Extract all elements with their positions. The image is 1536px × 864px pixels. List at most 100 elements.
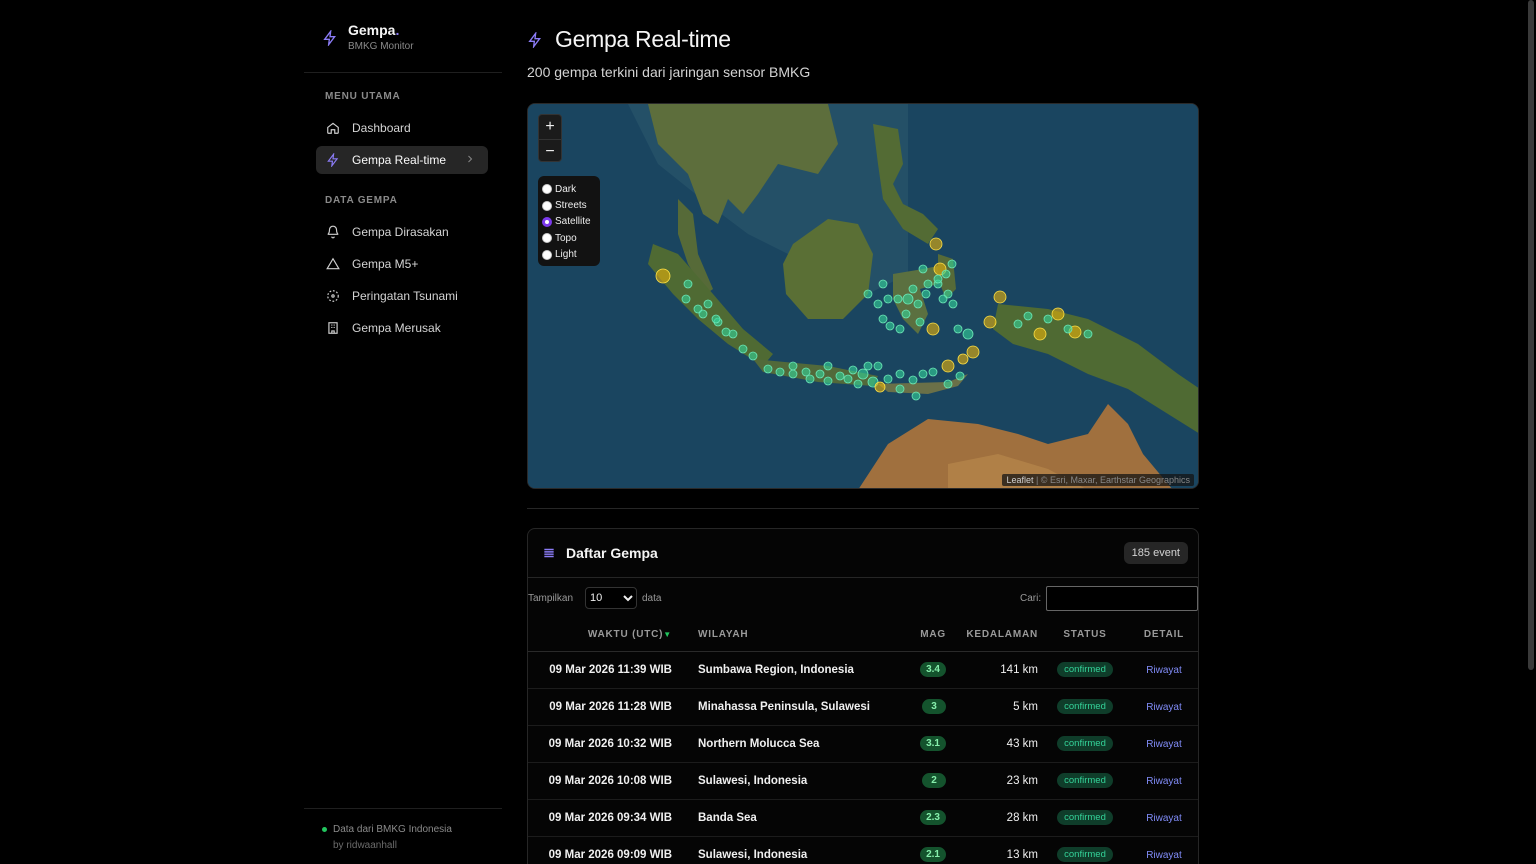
quake-marker[interactable] — [805, 374, 815, 384]
quake-marker[interactable] — [853, 379, 863, 389]
quake-marker[interactable] — [857, 368, 869, 380]
quake-marker[interactable] — [848, 365, 858, 375]
quake-marker[interactable] — [918, 369, 928, 379]
quake-marker[interactable] — [835, 371, 845, 381]
column-header-depth[interactable]: KEDALAMAN — [950, 618, 1042, 652]
sidebar-item-gempa-realtime[interactable]: Gempa Real-time — [316, 146, 488, 174]
radio-button[interactable] — [542, 200, 552, 211]
table-row[interactable]: 09 Mar 2026 09:34 WIB Banda Sea 2.3 28 km co… — [528, 799, 1198, 837]
quake-marker[interactable] — [938, 294, 948, 304]
quake-marker[interactable] — [902, 293, 914, 305]
quake-marker[interactable] — [929, 237, 943, 251]
quake-marker[interactable] — [721, 327, 731, 337]
quake-marker[interactable] — [788, 361, 798, 371]
riwayat-link[interactable]: Riwayat — [1146, 665, 1182, 676]
quake-marker[interactable] — [983, 315, 997, 329]
map-tiles[interactable] — [528, 104, 1199, 489]
riwayat-link[interactable]: Riwayat — [1146, 776, 1182, 787]
table-row[interactable]: 09 Mar 2026 10:32 WIB Northern Molucca Se… — [528, 725, 1198, 763]
quake-marker[interactable] — [895, 384, 905, 394]
quake-marker[interactable] — [655, 268, 671, 284]
quake-marker[interactable] — [843, 374, 853, 384]
quake-marker[interactable] — [883, 374, 893, 384]
quake-marker[interactable] — [947, 259, 957, 269]
layer-option-topo[interactable]: Topo — [542, 230, 596, 246]
quake-marker[interactable] — [926, 322, 940, 336]
sidebar-item-dashboard[interactable]: Dashboard — [316, 114, 488, 142]
quake-marker[interactable] — [913, 299, 923, 309]
quake-marker[interactable] — [918, 264, 928, 274]
riwayat-link[interactable]: Riwayat — [1146, 850, 1182, 861]
layer-option-dark[interactable]: Dark — [542, 181, 596, 197]
leaflet-link[interactable]: Leaflet — [1006, 475, 1033, 485]
quake-marker[interactable] — [683, 279, 693, 289]
column-header-region[interactable]: WILAYAH — [676, 618, 896, 652]
quake-marker[interactable] — [738, 344, 748, 354]
quake-marker[interactable] — [873, 299, 883, 309]
quake-marker[interactable] — [962, 328, 974, 340]
riwayat-link[interactable]: Riwayat — [1146, 813, 1182, 824]
quake-marker[interactable] — [863, 361, 873, 371]
quake-marker[interactable] — [703, 299, 713, 309]
quake-marker[interactable] — [1043, 314, 1053, 324]
quake-marker[interactable] — [948, 299, 958, 309]
quake-marker[interactable] — [883, 294, 893, 304]
riwayat-link[interactable]: Riwayat — [1146, 739, 1182, 750]
riwayat-link[interactable]: Riwayat — [1146, 702, 1182, 713]
layer-option-streets[interactable]: Streets — [542, 197, 596, 213]
quake-marker[interactable] — [823, 376, 833, 386]
quake-marker[interactable] — [1083, 329, 1093, 339]
quake-marker[interactable] — [941, 269, 951, 279]
zoom-in-button[interactable]: + — [539, 115, 561, 139]
search-input[interactable] — [1046, 586, 1198, 611]
quake-marker[interactable] — [698, 309, 708, 319]
quake-marker[interactable] — [681, 294, 691, 304]
quake-marker[interactable] — [873, 361, 883, 371]
quake-marker[interactable] — [993, 290, 1007, 304]
quake-marker[interactable] — [878, 314, 888, 324]
quake-marker[interactable] — [815, 369, 825, 379]
quake-marker[interactable] — [1033, 327, 1047, 341]
quake-marker[interactable] — [908, 284, 918, 294]
quake-marker[interactable] — [911, 391, 921, 401]
zoom-out-button[interactable]: − — [539, 139, 561, 163]
table-row[interactable]: 09 Mar 2026 09:09 WIB Sulawesi, Indonesia… — [528, 836, 1198, 864]
quake-marker[interactable] — [863, 289, 873, 299]
quake-marker[interactable] — [933, 274, 943, 284]
quake-marker[interactable] — [874, 381, 886, 393]
column-header-time[interactable]: WAKTU (UTC)▼ — [528, 618, 676, 652]
sidebar-item-peringatan-tsunami[interactable]: Peringatan Tsunami — [316, 282, 488, 310]
radio-button[interactable] — [542, 216, 552, 227]
brand[interactable]: Gempa. BMKG Monitor — [322, 22, 414, 52]
quake-marker[interactable] — [953, 324, 963, 334]
layer-option-satellite[interactable]: Satellite — [542, 214, 596, 230]
column-header-status[interactable]: STATUS — [1042, 618, 1128, 652]
radio-button[interactable] — [542, 184, 552, 195]
sidebar-item-gempa-merusak[interactable]: Gempa Merusak — [316, 314, 488, 342]
quake-marker[interactable] — [895, 369, 905, 379]
table-row[interactable]: 09 Mar 2026 10:08 WIB Sulawesi, Indonesia… — [528, 762, 1198, 800]
table-row[interactable]: 09 Mar 2026 11:39 WIB Sumbawa Region, Ind… — [528, 651, 1198, 689]
quake-marker[interactable] — [908, 375, 918, 385]
page-size-select[interactable]: 10 — [585, 587, 637, 609]
quake-marker[interactable] — [928, 367, 938, 377]
quake-marker[interactable] — [1051, 307, 1065, 321]
quake-marker[interactable] — [901, 309, 911, 319]
column-header-mag[interactable]: MAG — [896, 618, 950, 652]
sidebar-item-gempa-m5[interactable]: Gempa M5+ — [316, 250, 488, 278]
quake-marker[interactable] — [885, 321, 895, 331]
radio-button[interactable] — [542, 233, 552, 244]
quake-marker[interactable] — [966, 345, 980, 359]
quake-marker[interactable] — [893, 294, 903, 304]
quake-marker[interactable] — [878, 279, 888, 289]
quake-marker[interactable] — [957, 353, 969, 365]
quake-marker[interactable] — [955, 371, 965, 381]
quake-marker[interactable] — [775, 367, 785, 377]
quake-marker[interactable] — [1013, 319, 1023, 329]
quake-marker[interactable] — [1023, 311, 1033, 321]
layer-option-light[interactable]: Light — [542, 247, 596, 263]
quake-marker[interactable] — [943, 379, 953, 389]
quake-marker[interactable] — [915, 317, 925, 327]
quake-marker[interactable] — [1063, 324, 1073, 334]
table-row[interactable]: 09 Mar 2026 11:28 WIB Minahassa Peninsula… — [528, 688, 1198, 726]
